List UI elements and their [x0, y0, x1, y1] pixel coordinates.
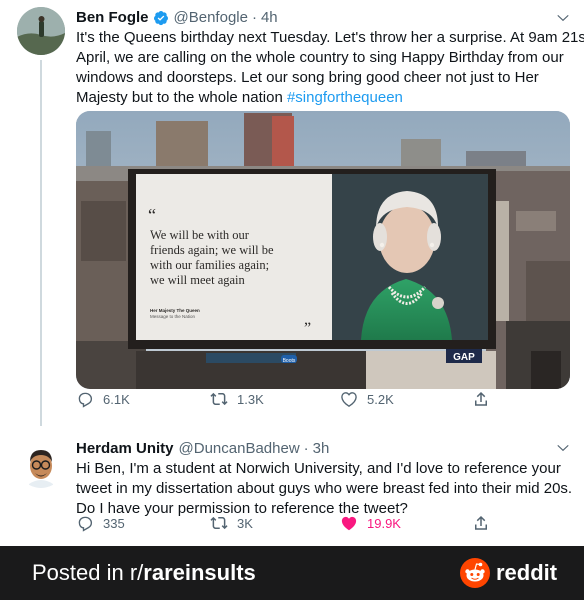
reply-count: 335: [103, 515, 125, 531]
quote-attribution-sub: Message to the Nation: [150, 314, 196, 319]
tweet-ben-fogle[interactable]: Ben Fogle @Benfogle · 4h It's the Queens…: [0, 0, 584, 430]
tweet-text-line: tweet in my dissertation about guys who …: [76, 480, 573, 497]
like-button[interactable]: 5.2K: [340, 390, 394, 408]
avatar[interactable]: [17, 7, 65, 55]
posted-in-label: Posted in r/rareinsults: [32, 559, 256, 587]
avatar[interactable]: [17, 440, 65, 488]
gap-sign: GAP: [453, 352, 475, 363]
tweet-text: Hi Ben, I'm a student at Norwich Univers…: [76, 459, 573, 519]
handle[interactable]: @DuncanBadhew: [179, 440, 300, 457]
reddit-wordmark: reddit: [496, 560, 558, 585]
reddit-logo-icon: [460, 558, 490, 588]
share-icon: [475, 391, 487, 406]
retweet-icon: [210, 392, 228, 406]
tweet-text-tail: Majesty but to the whole nation: [76, 89, 287, 106]
reply-icon: [78, 516, 93, 532]
reply-button[interactable]: 6.1K: [76, 390, 130, 408]
separator: ·: [251, 9, 257, 26]
memoji-avatar-icon: [17, 440, 65, 488]
timestamp[interactable]: 4h: [261, 9, 278, 26]
separator: ·: [303, 440, 309, 457]
media-photo: “ We will be with our friends again; we …: [76, 111, 570, 389]
tweet-text: It's the Queens birthday next Tuesday. L…: [76, 28, 584, 108]
posted-in-prefix: Posted in r/: [32, 560, 144, 585]
retweet-button[interactable]: 3K: [210, 514, 253, 532]
tweet-text-line: Majesty but to the whole nation #singfor…: [76, 88, 570, 108]
heart-filled-icon: [341, 516, 357, 531]
verified-badge-icon: [153, 10, 168, 25]
reply-icon: [78, 392, 93, 408]
reddit-footer-bar: Posted in r/rareinsults reddit: [0, 546, 584, 600]
timestamp[interactable]: 3h: [313, 440, 330, 457]
display-name[interactable]: Ben Fogle: [76, 9, 149, 26]
share-button[interactable]: [472, 390, 490, 408]
tweet-text-line: Do I have your permission to reference t…: [76, 500, 408, 517]
tweet-text-line: It's the Queens birthday next Tuesday. L…: [76, 29, 584, 46]
thread-line: [40, 60, 42, 426]
tweet-header: Herdam Unity @DuncanBadhew · 3h: [76, 440, 329, 457]
tweet-herdam-unity[interactable]: Herdam Unity @DuncanBadhew · 3h Hi Ben, …: [0, 430, 584, 546]
reply-count: 6.1K: [103, 391, 130, 407]
like-button[interactable]: 19.9K: [340, 514, 401, 532]
avatar-photo-icon: [17, 7, 65, 55]
quote-line: we will meet again: [150, 273, 246, 287]
retweet-button[interactable]: 1.3K: [210, 390, 264, 408]
quote-attribution: Her Majesty The Queen: [150, 308, 200, 313]
display-name[interactable]: Herdam Unity: [76, 440, 174, 457]
hashtag-link[interactable]: #singforthequeen: [287, 89, 403, 106]
subreddit-name[interactable]: rareinsults: [143, 560, 256, 585]
quote-line: We will be with our: [150, 228, 250, 242]
share-icon: [475, 515, 487, 530]
quote-line: friends again; we will be: [150, 243, 274, 257]
share-button[interactable]: [472, 514, 490, 532]
tweet-media-image[interactable]: “ We will be with our friends again; we …: [76, 111, 570, 389]
chevron-down-icon[interactable]: [556, 11, 570, 25]
heart-icon: [341, 392, 357, 407]
reply-button[interactable]: 335: [76, 514, 125, 532]
tweet-text-line: windows and doorsteps. Let our song brin…: [76, 69, 539, 86]
like-count: 19.9K: [367, 515, 401, 531]
retweet-count: 3K: [237, 515, 253, 531]
store-sign: Boots: [283, 358, 296, 364]
chevron-down-icon[interactable]: [556, 441, 570, 455]
retweet-count: 1.3K: [237, 391, 264, 407]
like-count: 5.2K: [367, 391, 394, 407]
quote-line: with our families again;: [150, 258, 269, 272]
tweet-text-line: April, we are calling on the whole count…: [76, 49, 564, 66]
tweet-text-line: Hi Ben, I'm a student at Norwich Univers…: [76, 460, 561, 477]
retweet-icon: [210, 516, 228, 530]
quote-open-mark: “: [148, 205, 156, 225]
handle[interactable]: @Benfogle: [174, 9, 248, 26]
quote-close-mark: ”: [304, 320, 311, 337]
tweet-header: Ben Fogle @Benfogle · 4h: [76, 9, 278, 26]
